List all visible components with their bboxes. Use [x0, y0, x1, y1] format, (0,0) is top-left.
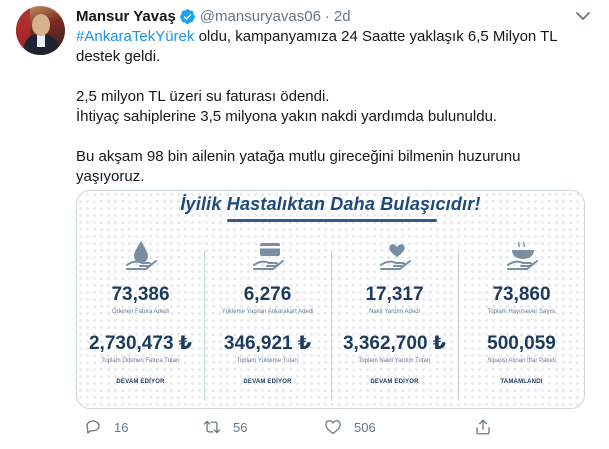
- stat-amount: 2,730,473 ₺: [88, 333, 193, 354]
- heart-in-hand-icon: [379, 244, 411, 270]
- author-name[interactable]: Mansur Yavaş: [76, 8, 176, 25]
- stat-column-cash: 17,317 Nakit Yardım Adedi 3,362,700 ₺ To…: [331, 237, 458, 407]
- reply-button[interactable]: 16: [84, 415, 128, 439]
- stat-amount: 500,059: [487, 333, 556, 354]
- stat-amount: 346,921 ₺: [223, 333, 312, 354]
- infographic-title: İyilik Hastalıktan Daha Bulaşıcıdır!: [180, 194, 481, 214]
- stat-status: TAMAMLANDI: [500, 379, 543, 385]
- stat-status: DEVAM EDİYOR: [116, 379, 165, 385]
- stat-status: DEVAM EDİYOR: [370, 379, 419, 385]
- tweet-header: Mansur Yavaş @mansuryavas06 · 2d: [76, 6, 351, 26]
- share-icon: [476, 419, 490, 435]
- tweet-actions: 16 56 506: [76, 415, 585, 439]
- avatar[interactable]: [16, 6, 65, 55]
- stat-column-ankarakart: 6,276 Yükleme Yapılan Ankarakart Adedi 3…: [204, 237, 331, 407]
- stat-column-iftar: 73,860 Toplam Hayırsever Sayısı 500,059 …: [458, 237, 584, 407]
- food-bowl-icon: [506, 241, 538, 270]
- tweet-line-4: Bu akşam 98 bin ailenin yatağa mutlu gir…: [76, 148, 521, 185]
- separator-dot: ·: [324, 7, 330, 25]
- stat-label: Yükleme Yapılan Ankarakart Adedi: [221, 309, 314, 315]
- tweet-text: #AnkaraTekYürek oldu, kampanyamıza 24 Sa…: [76, 27, 576, 187]
- retweet-button[interactable]: 56: [203, 415, 247, 439]
- stat-column-water: 73,386 Ödenen Fatura Adedi 2,730,473 ₺ T…: [77, 237, 204, 407]
- card-in-hand-icon: [252, 243, 284, 270]
- stat-value: 73,386: [111, 284, 170, 305]
- heart-icon: [325, 420, 341, 435]
- tweet-timestamp[interactable]: 2d: [334, 8, 351, 25]
- chevron-down-icon[interactable]: [573, 8, 593, 24]
- like-button[interactable]: 506: [324, 415, 376, 439]
- author-handle[interactable]: @mansuryavas06: [200, 8, 321, 25]
- stat-label: Toplam Hayırsever Sayısı: [487, 309, 556, 315]
- reply-count: 16: [114, 419, 129, 435]
- verified-badge-icon: [179, 8, 195, 24]
- like-count: 506: [354, 419, 376, 435]
- stat-value: 17,317: [365, 284, 424, 305]
- retweet-icon: [203, 420, 221, 434]
- stat-label: Nakit Yardım Adedi: [369, 309, 420, 315]
- stat-value: 6,276: [243, 284, 292, 305]
- share-button[interactable]: [474, 415, 492, 439]
- retweet-count: 56: [233, 419, 248, 435]
- stat-amount: 3,362,700 ₺: [342, 333, 447, 354]
- tweet: Mansur Yavaş @mansuryavas06 · 2d #Ankara…: [0, 0, 609, 449]
- infographic-image[interactable]: İyilik Hastalıktan Daha Bulaşıcıdır! 73,…: [76, 190, 585, 409]
- hashtag-link[interactable]: #AnkaraTekYürek: [76, 28, 194, 45]
- stat-value: 73,860: [492, 284, 551, 305]
- stat-amount-label: Toplam Nakit Yardım Tutarı: [358, 358, 431, 364]
- stat-label: Ödenen Fatura Adedi: [111, 309, 170, 315]
- tweet-line-3: İhtiyaç sahiplerine 3,5 milyona yakın na…: [76, 108, 498, 125]
- stat-amount-label: Siparişi Alınan İftar Paketi: [487, 358, 556, 364]
- stat-amount-label: Toplam Ödenen Fatura Tutarı: [101, 358, 180, 364]
- stat-amount-label: Toplam Yükleme Tutarı: [236, 358, 299, 364]
- reply-icon: [86, 420, 100, 434]
- tweet-line-1: #AnkaraTekYürek oldu, kampanyamıza 24 Sa…: [76, 27, 576, 67]
- water-drop-icon: [125, 241, 157, 270]
- tweet-line-2: 2,5 milyon TL üzeri su faturası ödendi.: [76, 88, 330, 105]
- stat-status: DEVAM EDİYOR: [243, 379, 292, 385]
